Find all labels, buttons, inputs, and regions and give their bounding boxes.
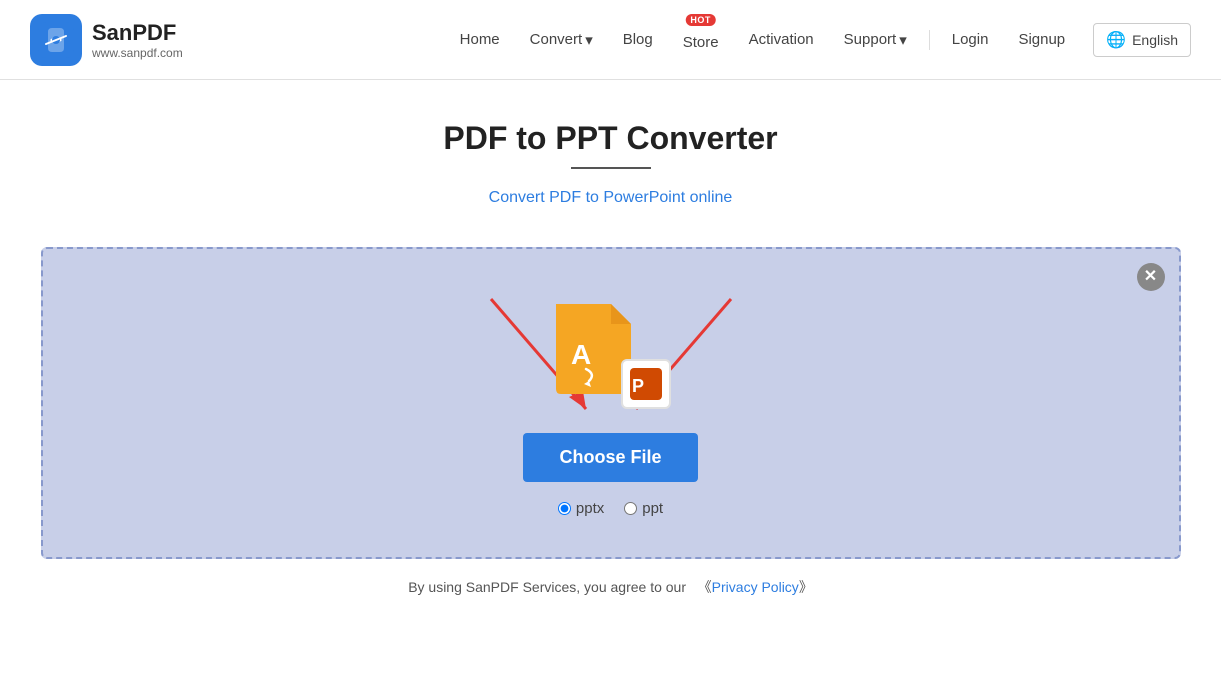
logo-area[interactable]: SanPDF www.sanpdf.com xyxy=(30,14,183,66)
nav-blog[interactable]: Blog xyxy=(611,23,665,56)
language-selector[interactable]: 🌐 English xyxy=(1093,23,1191,57)
globe-icon: 🌐 xyxy=(1106,30,1126,50)
title-underline xyxy=(571,167,651,169)
nav-activation[interactable]: Activation xyxy=(737,23,826,56)
logo-url: www.sanpdf.com xyxy=(92,46,183,60)
nav-support[interactable]: Support ▾ xyxy=(832,23,919,57)
main-nav: Home Convert ▾ Blog HOT Store Activation… xyxy=(448,20,1191,59)
upload-area: ✕ A xyxy=(41,247,1181,559)
logo-icon xyxy=(30,14,82,66)
main-content: PDF to PPT Converter Convert PDF to Powe… xyxy=(0,80,1221,617)
choose-file-button[interactable]: Choose File xyxy=(523,433,697,482)
language-label: English xyxy=(1132,32,1178,48)
radio-ppt[interactable]: ppt xyxy=(624,500,663,517)
page-title: PDF to PPT Converter xyxy=(443,120,777,157)
privacy-policy-link[interactable]: Privacy Policy xyxy=(712,579,799,595)
file-type-icon: A P xyxy=(551,299,671,409)
nav-signup[interactable]: Signup xyxy=(1006,23,1077,56)
logo-name: SanPDF xyxy=(92,20,183,46)
nav-store-wrapper: HOT Store xyxy=(671,20,731,59)
nav-divider xyxy=(929,30,930,50)
nav-convert[interactable]: Convert ▾ xyxy=(518,23,605,57)
close-button[interactable]: ✕ xyxy=(1137,263,1165,291)
hot-badge: HOT xyxy=(685,14,716,26)
nav-home[interactable]: Home xyxy=(448,23,512,56)
footer-note: By using SanPDF Services, you agree to o… xyxy=(408,577,813,597)
ppt-badge: P xyxy=(621,359,671,409)
format-radio-group: pptx ppt xyxy=(558,500,663,517)
radio-pptx[interactable]: pptx xyxy=(558,500,604,517)
page-subtitle: Convert PDF to PowerPoint online xyxy=(489,189,733,207)
nav-login[interactable]: Login xyxy=(940,23,1001,56)
svg-text:A: A xyxy=(571,339,591,370)
svg-text:P: P xyxy=(632,376,644,396)
